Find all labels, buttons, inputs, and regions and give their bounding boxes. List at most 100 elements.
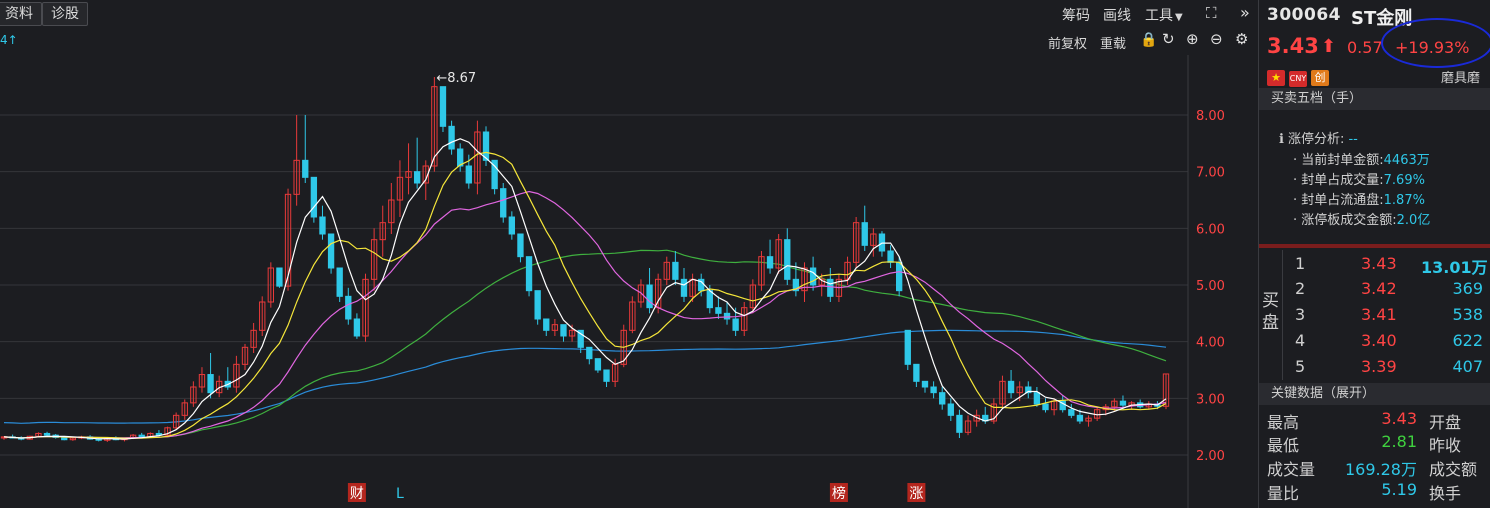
candle-body — [543, 318, 550, 331]
zt-value: 1.87% — [1383, 193, 1425, 208]
bid-price: 3.42 — [1361, 279, 1397, 298]
chip-button[interactable]: 筹码 — [1062, 5, 1090, 25]
bid-price: 3.39 — [1361, 357, 1397, 376]
bid-volume: 369 — [1452, 279, 1483, 298]
candle-body — [827, 278, 834, 297]
zt-label: 当前封单金额: — [1301, 153, 1384, 168]
bid-price: 3.40 — [1361, 331, 1397, 350]
candle-body — [680, 278, 688, 297]
tools-menu[interactable]: 工具 ▼ — [1145, 5, 1183, 25]
kd-label: 量比 — [1267, 484, 1300, 503]
candle-body — [1042, 403, 1049, 411]
candle-body — [138, 434, 145, 438]
event-tag: L — [396, 486, 404, 502]
kd-value: 5.19 — [1381, 480, 1417, 499]
badge-row: ★ CNY 创 — [1267, 66, 1333, 87]
zt-value: 4463万 — [1383, 153, 1430, 168]
refresh-icon[interactable]: ↻ — [1162, 30, 1175, 48]
candle-body — [913, 363, 920, 382]
cny-badge: CNY — [1289, 71, 1307, 87]
double-chevron-right-icon[interactable]: » — [1240, 3, 1250, 22]
tools-label: 工具 — [1145, 8, 1173, 24]
quote-panel: 300064 ST金刚 3.43 ⬆ 0.57 +19.93% ★ CNY 创 磨具… — [1258, 0, 1490, 508]
bid-price: 3.43 — [1361, 254, 1397, 273]
y-tick-label: 8.00 — [1196, 109, 1225, 124]
event-tag: 财 — [350, 486, 364, 502]
candle-body — [1068, 409, 1075, 416]
candle-body — [861, 222, 868, 246]
fullscreen-icon[interactable]: ⛶ — [1206, 4, 1217, 22]
bid-level: 1 — [1295, 254, 1306, 273]
zoom-in-icon[interactable]: ⊕ — [1186, 30, 1199, 48]
settings-gear-icon[interactable]: ⚙ — [1235, 30, 1248, 48]
reload-button[interactable]: 重载 — [1100, 33, 1126, 52]
stock-code: 300064 — [1267, 5, 1341, 25]
candle-body — [353, 318, 361, 337]
candle-body — [947, 403, 954, 416]
kd-value: 3.43 — [1381, 409, 1417, 428]
candle-body — [896, 261, 903, 292]
kd-label2: 开盘 — [1429, 413, 1462, 432]
limit-up-analysis: ℹ 涨停分析: -- — [1279, 128, 1358, 147]
candle-body — [1119, 400, 1127, 406]
candle-body — [327, 233, 335, 269]
event-tag: 榜 — [832, 485, 846, 502]
buy-label: 买 — [1262, 291, 1279, 311]
candle-body — [1076, 414, 1084, 422]
candle-body — [310, 176, 318, 218]
zt-label: 封单占成交量: — [1301, 173, 1384, 188]
candle-body — [525, 256, 533, 292]
side-label: 盘 — [1262, 313, 1279, 333]
bid-level: 5 — [1295, 357, 1306, 376]
bid-volume: 13.01万 — [1421, 258, 1488, 277]
separator — [1259, 244, 1490, 248]
caret-down-icon: ▼ — [1175, 12, 1183, 23]
kline-chart[interactable]: 8.00 7.00 6.00 5.00 4.00 3.00 2.00 ←8.67 财 L 榜 涨 — [0, 55, 1258, 508]
candle-body — [904, 329, 911, 365]
candle-body — [319, 216, 326, 235]
candle-body — [809, 267, 817, 286]
price-change: 0.57 — [1347, 38, 1383, 57]
key-data-row: 量比 5.19 换手 — [1267, 480, 1461, 504]
lock-icon[interactable]: 🔒 — [1140, 32, 1157, 48]
key-data-row: 成交量 169.28万 成交额 — [1267, 456, 1477, 480]
kline-svg: 8.00 7.00 6.00 5.00 4.00 3.00 2.00 ←8.67 财 L 榜 涨 — [0, 55, 1225, 508]
ma5-line — [3, 138, 1167, 440]
candle-body — [594, 358, 602, 371]
kd-value: 169.28万 — [1345, 460, 1417, 479]
candle-body — [723, 312, 731, 320]
candle-body — [672, 261, 679, 280]
candle-body — [586, 346, 593, 360]
bid-level: 4 — [1295, 331, 1306, 350]
forward-adjust-button[interactable]: 前复权 — [1048, 33, 1087, 52]
candle-body — [534, 290, 541, 320]
candle-body — [706, 290, 713, 309]
candle-body — [921, 380, 929, 388]
zt-title: 涨停分析: — [1287, 132, 1345, 147]
zoom-out-icon[interactable]: ⊖ — [1210, 30, 1223, 48]
zt-item: · 当前封单金额:4463万 — [1293, 153, 1430, 168]
kd-label: 成交量 — [1267, 460, 1316, 479]
bid-price: 3.41 — [1361, 305, 1397, 324]
candle-body — [560, 324, 567, 337]
buy-side-label: 买盘 — [1259, 250, 1283, 380]
candle-body — [448, 125, 455, 150]
tab-info[interactable]: 资料 — [0, 2, 42, 26]
key-data-row: 最低 2.81 昨收 — [1267, 432, 1461, 456]
tab-diagnose[interactable]: 诊股 — [42, 2, 88, 26]
zt-label: 封单占流通盘: — [1301, 193, 1384, 208]
y-tick-label: 7.00 — [1196, 166, 1225, 181]
annotation-circle — [1381, 18, 1490, 68]
industry-tag[interactable]: 磨具磨 — [1441, 67, 1480, 86]
orderbook-header[interactable]: 买卖五档（手） — [1259, 88, 1490, 110]
bid-volume: 622 — [1452, 331, 1483, 350]
key-data-header[interactable]: 关键数据（展开） — [1259, 383, 1490, 405]
candle-body — [646, 284, 653, 309]
peak-price-label: ←8.67 — [436, 71, 476, 86]
candle-body — [766, 256, 774, 269]
candle-body — [517, 233, 524, 258]
draw-line-button[interactable]: 画线 — [1103, 5, 1131, 25]
info-icon: ℹ — [1279, 132, 1284, 147]
zt-label: 涨停板成交金额: — [1301, 213, 1397, 228]
candle-body — [784, 239, 791, 280]
